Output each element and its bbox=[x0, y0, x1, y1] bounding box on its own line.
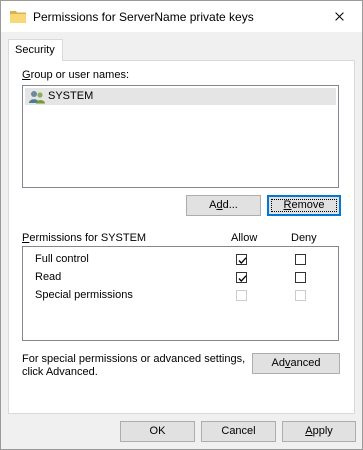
ok-button[interactable]: OK bbox=[120, 421, 195, 442]
read-deny-checkbox[interactable] bbox=[295, 272, 306, 283]
read-allow-checkbox[interactable] bbox=[236, 272, 247, 283]
permission-name: Full control bbox=[35, 253, 89, 265]
special-allow-checkbox bbox=[236, 290, 247, 301]
group-user-list[interactable]: SYSTEM bbox=[22, 85, 339, 188]
tab-security[interactable]: Security bbox=[8, 39, 63, 61]
list-item-label: SYSTEM bbox=[48, 90, 94, 102]
window-title: Permissions for ServerName private keys bbox=[33, 10, 254, 24]
permission-name: Special permissions bbox=[35, 289, 133, 301]
list-item[interactable]: SYSTEM bbox=[25, 88, 336, 105]
advanced-button[interactable]: Advanced bbox=[252, 353, 340, 374]
advanced-note-line2: click Advanced. bbox=[22, 366, 98, 378]
permissions-header: Permissions for SYSTEM bbox=[22, 232, 147, 244]
full-control-deny-checkbox[interactable] bbox=[295, 254, 306, 265]
cancel-button[interactable]: Cancel bbox=[201, 421, 276, 442]
permissions-dialog: Permissions for ServerName private keys … bbox=[0, 0, 363, 450]
special-deny-checkbox bbox=[295, 290, 306, 301]
remove-button[interactable]: Remove bbox=[267, 195, 341, 216]
folder-icon bbox=[10, 11, 26, 23]
add-button[interactable]: Add... bbox=[186, 195, 261, 216]
apply-button[interactable]: Apply bbox=[282, 421, 356, 442]
permission-name: Read bbox=[35, 271, 62, 283]
group-users-label: Group or user names: bbox=[22, 69, 129, 81]
tab-security-label: Security bbox=[15, 44, 55, 56]
permission-row-special: Special permissions bbox=[23, 287, 338, 305]
checkmark-icon bbox=[238, 257, 247, 264]
users-icon bbox=[29, 91, 45, 104]
title-bar[interactable]: Permissions for ServerName private keys bbox=[1, 1, 362, 32]
permission-row-read: Read bbox=[23, 269, 338, 287]
advanced-note-line1: For special permissions or advanced sett… bbox=[22, 353, 246, 365]
permission-row-full-control: Full control bbox=[23, 251, 338, 269]
full-control-allow-checkbox[interactable] bbox=[236, 254, 247, 265]
checkmark-icon bbox=[238, 275, 247, 282]
allow-column-header: Allow bbox=[231, 232, 258, 244]
deny-column-header: Deny bbox=[291, 232, 317, 244]
close-button[interactable] bbox=[316, 1, 362, 32]
permissions-list: Full control Read Special permissions bbox=[22, 246, 339, 341]
